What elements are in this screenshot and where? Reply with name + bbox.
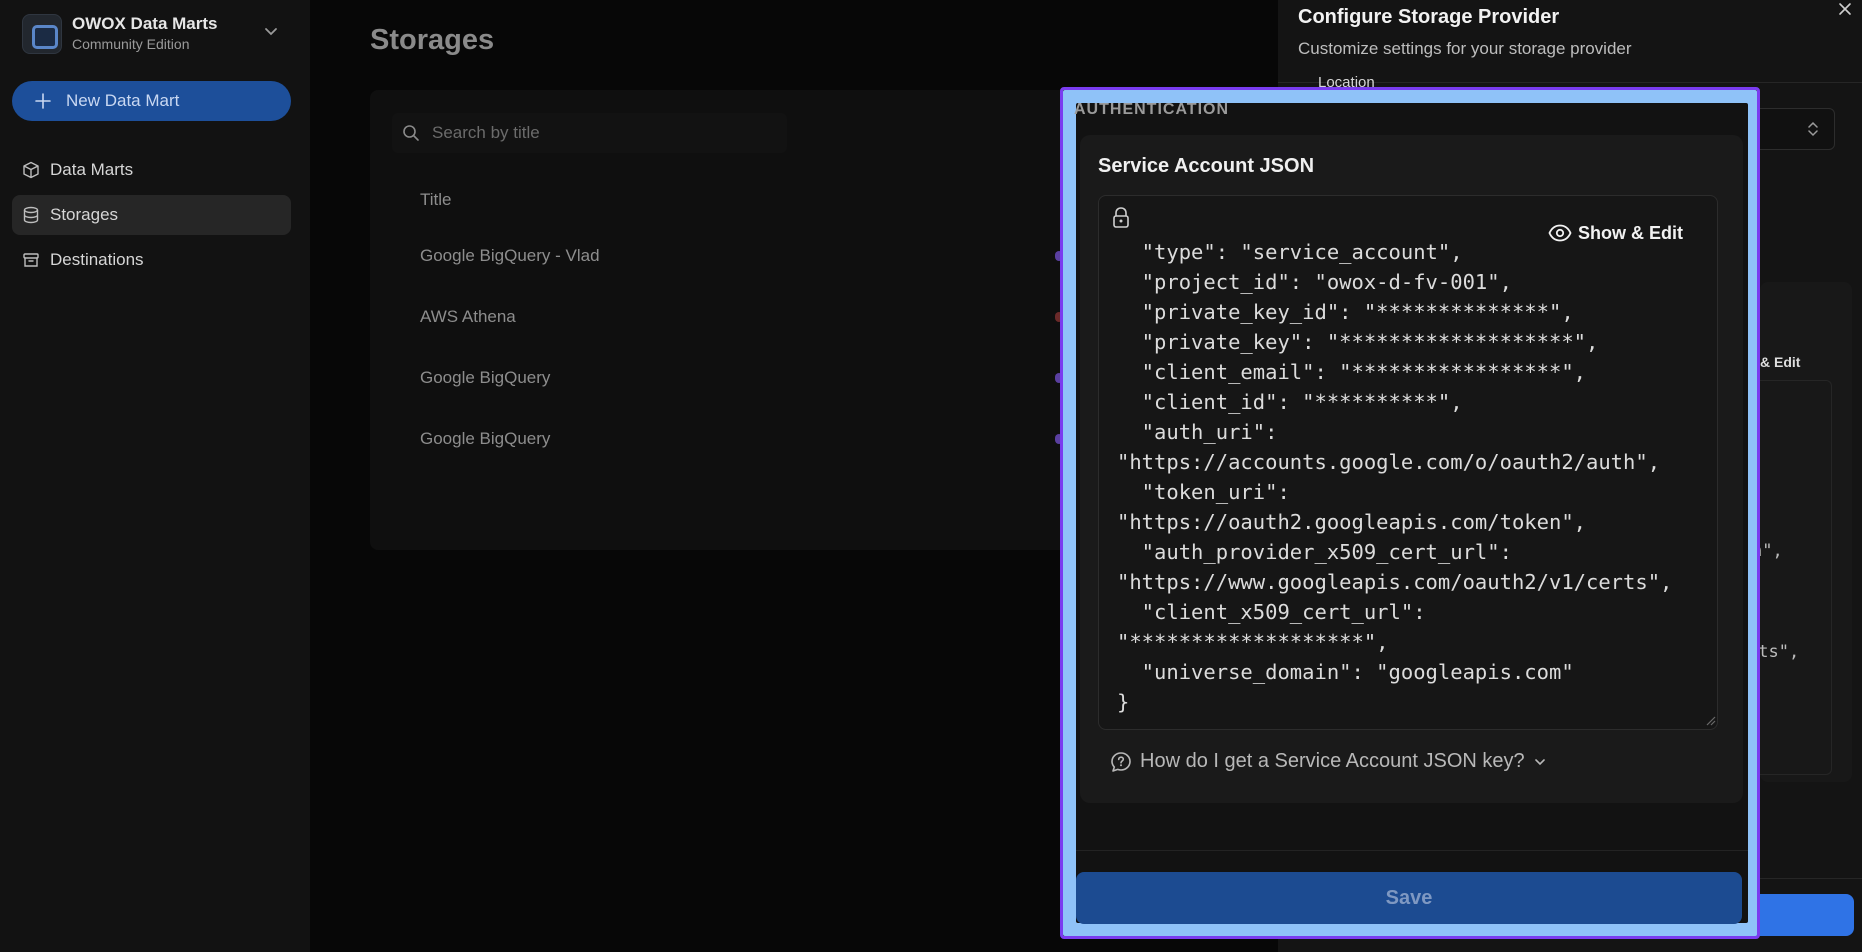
chevron-down-icon [1534,758,1545,765]
help-circle-icon [1111,751,1131,772]
table-row[interactable]: AWS Athena [420,307,516,327]
new-data-mart-button[interactable]: New Data Mart [12,81,291,121]
brand-edition: Community Edition [72,36,190,52]
drawer-show-edit-text: & Edit [1760,354,1801,370]
owox-logo-icon [22,14,62,54]
search-input[interactable] [432,123,752,143]
drawer-json-field [1760,380,1832,775]
resize-handle-icon[interactable] [1704,714,1716,726]
plus-icon [35,93,51,109]
sidebar-item-destinations[interactable]: Destinations [12,240,291,280]
sidebar-item-label: Data Marts [50,160,134,179]
database-icon [23,206,39,224]
cube-icon [23,161,39,179]
table-row[interactable]: Google BigQuery [420,429,550,449]
authentication-section-label: AUTHENTICATION [1074,101,1230,118]
sidebar-item-label: Destinations [50,250,144,269]
service-account-json-value: "type": "service_account", "project_id":… [1117,240,1673,714]
sidebar: OWOX Data Marts Community Edition New Da… [0,0,310,952]
search-box[interactable] [392,113,787,153]
new-data-mart-label: New Data Mart [66,91,180,110]
sidebar-item-storages[interactable]: Storages [12,195,291,235]
drawer-subtitle: Customize settings for your storage prov… [1298,39,1632,58]
close-icon[interactable] [1836,0,1854,18]
footer-divider [1076,850,1748,851]
drawer-title: Configure Storage Provider [1298,6,1560,28]
archive-icon [23,253,39,267]
service-account-help-toggle[interactable]: How do I get a Service Account JSON key? [1110,750,1547,773]
sidebar-item-data-marts[interactable]: Data Marts [12,150,291,190]
search-icon [403,125,419,141]
chevron-down-icon[interactable] [262,22,280,40]
table-row[interactable]: Google BigQuery [420,368,550,388]
chevron-up-down-icon [1808,121,1818,137]
table-row[interactable]: Google BigQuery - Vlad [420,246,600,266]
column-header-title[interactable]: Title [420,190,452,210]
save-button[interactable]: Save [1076,872,1742,924]
service-account-json-title: Service Account JSON [1098,155,1315,177]
lock-icon [1113,207,1129,228]
help-link-label: How do I get a Service Account JSON key? [1140,750,1525,772]
brand-name: OWOX Data Marts [72,14,218,33]
sidebar-item-label: Storages [50,205,119,224]
workspace-switcher[interactable]: OWOX Data Marts Community Edition [20,12,290,54]
page-title: Storages [370,24,495,56]
